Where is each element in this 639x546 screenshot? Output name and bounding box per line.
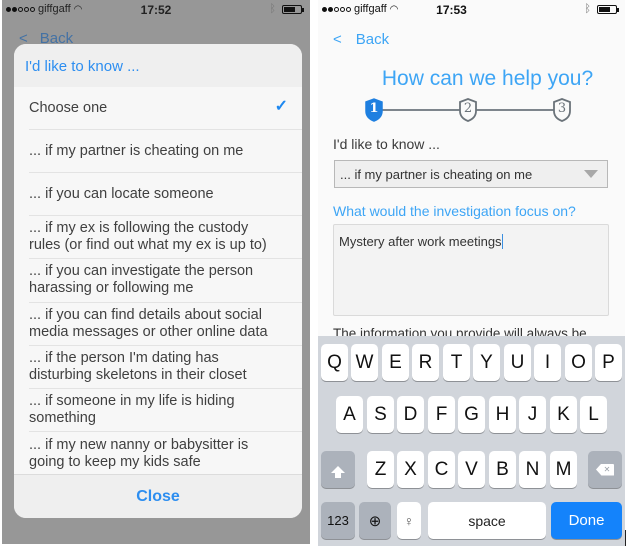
option-label: ... if my partner is cheating on me — [29, 142, 244, 159]
picker-header: I'd like to know ... — [14, 44, 302, 87]
status-time: 17:52 — [140, 3, 172, 17]
bluetooth-icon: ᛒ — [584, 3, 591, 15]
know-select[interactable]: ... if my partner is cheating on me — [334, 160, 608, 188]
key-b[interactable]: B — [489, 451, 516, 488]
shift-key[interactable] — [321, 451, 355, 488]
picker-option[interactable]: ... if someone in my life is hiding some… — [29, 389, 302, 433]
keyboard-row-4: 123 ⊕ ♀ space Done — [318, 502, 625, 540]
bluetooth-icon: ᛒ — [269, 3, 276, 15]
status-bar: giffgaff ◠ 17:52 ᛒ — [2, 0, 310, 20]
backspace-icon: ✕ — [596, 463, 614, 476]
key-i[interactable]: I — [534, 344, 561, 381]
key-g[interactable]: G — [458, 396, 485, 433]
onscreen-keyboard: Q W E R T Y U I O P A S D F G H J K L Z — [318, 336, 625, 546]
option-label: ... if you can find details about social… — [29, 306, 268, 340]
status-time: 17:53 — [436, 3, 467, 17]
know-select-value: ... if my partner is cheating on me — [340, 167, 533, 182]
done-key[interactable]: Done — [551, 502, 622, 539]
checkmark-icon: ✓ — [274, 98, 288, 115]
option-label: ... if the person I'm dating has disturb… — [29, 350, 247, 384]
battery-icon — [282, 4, 304, 14]
option-label: ... if you can locate someone — [29, 185, 214, 202]
picker-option[interactable]: ... if my ex is following the custody ru… — [29, 216, 302, 260]
microphone-key[interactable]: ♀ — [397, 502, 421, 539]
key-d[interactable]: D — [397, 396, 424, 433]
numbers-key[interactable]: 123 — [321, 502, 355, 539]
key-f[interactable]: F — [428, 396, 455, 433]
step-1-shield-icon: 1 — [363, 98, 385, 122]
key-e[interactable]: E — [382, 344, 409, 381]
key-z[interactable]: Z — [367, 451, 394, 488]
key-p[interactable]: P — [595, 344, 622, 381]
globe-icon: ⊕ — [368, 512, 382, 530]
key-n[interactable]: N — [519, 451, 546, 488]
focus-textarea[interactable]: Mystery after work meetings — [333, 224, 609, 316]
key-r[interactable]: R — [412, 344, 439, 381]
chevron-left-icon: < — [333, 31, 342, 48]
back-button[interactable]: < Back — [333, 31, 389, 48]
picker-option[interactable]: ... if the person I'm dating has disturb… — [29, 346, 302, 390]
focus-text-value: Mystery after work meetings — [339, 234, 502, 249]
key-a[interactable]: A — [336, 396, 363, 433]
globe-key[interactable]: ⊕ — [359, 502, 391, 539]
page-title: How can we help you? — [381, 67, 594, 90]
key-k[interactable]: K — [550, 396, 577, 433]
key-y[interactable]: Y — [473, 344, 500, 381]
key-q[interactable]: Q — [321, 344, 348, 381]
key-j[interactable]: J — [519, 396, 546, 433]
keyboard-row-2: A S D F G H J K L — [318, 396, 625, 434]
option-label: Choose one — [29, 99, 108, 116]
picker-option[interactable]: ... if you can investigate the person ha… — [29, 259, 302, 303]
key-o[interactable]: O — [565, 344, 592, 381]
keyboard-row-1: Q W E R T Y U I O P — [318, 344, 625, 382]
space-key[interactable]: space — [428, 502, 546, 539]
picker-option[interactable]: ... if you can locate someone — [29, 173, 302, 216]
battery-icon — [597, 4, 619, 14]
key-u[interactable]: U — [504, 344, 531, 381]
close-button[interactable]: Close — [14, 474, 302, 518]
status-bar: giffgaff ◠ 17:53 ᛒ — [318, 0, 625, 20]
left-phone-screen: giffgaff ◠ 17:52 ᛒ < Back I'd like to kn… — [2, 0, 310, 544]
picker-option[interactable]: ... if my new nanny or babysitter is goi… — [29, 432, 302, 475]
back-label: Back — [355, 31, 390, 48]
picker-option[interactable]: ... if you can find details about social… — [29, 303, 302, 346]
key-l[interactable]: L — [580, 396, 607, 433]
key-c[interactable]: C — [428, 451, 455, 488]
focus-label: What would the investigation focus on? — [333, 203, 576, 219]
picker-option[interactable]: ... if my partner is cheating on me — [29, 130, 302, 173]
key-h[interactable]: H — [489, 396, 516, 433]
option-label: ... if you can investigate the person ha… — [29, 263, 254, 297]
option-label: ... if my new nanny or babysitter is goi… — [29, 437, 249, 471]
picker-modal: I'd like to know ... Choose one ✓ ... if… — [14, 44, 302, 518]
key-m[interactable]: M — [550, 451, 577, 488]
step-3-shield-icon: 3 — [551, 98, 573, 122]
key-t[interactable]: T — [443, 344, 470, 381]
option-label: ... if someone in my life is hiding some… — [29, 393, 235, 427]
picker-option[interactable]: Choose one ✓ — [29, 87, 302, 130]
key-v[interactable]: V — [458, 451, 485, 488]
divider-mark — [625, 530, 626, 546]
right-phone-screen: giffgaff ◠ 17:53 ᛒ < Back How can we hel… — [318, 0, 625, 546]
microphone-icon: ♀ — [403, 512, 415, 529]
step-progress: 1 2 3 — [363, 98, 573, 122]
step-2-shield-icon: 2 — [457, 98, 479, 122]
option-label: ... if my ex is following the custody ru… — [29, 220, 267, 254]
dropdown-arrow-icon — [584, 170, 598, 178]
key-w[interactable]: W — [351, 344, 378, 381]
keyboard-row-3: Z X C V B N M ✕ — [318, 451, 625, 489]
text-cursor — [501, 234, 503, 249]
shift-icon — [331, 466, 345, 478]
key-x[interactable]: X — [397, 451, 424, 488]
key-s[interactable]: S — [367, 396, 394, 433]
backspace-key[interactable]: ✕ — [588, 451, 622, 488]
know-label: I'd like to know ... — [333, 136, 440, 152]
